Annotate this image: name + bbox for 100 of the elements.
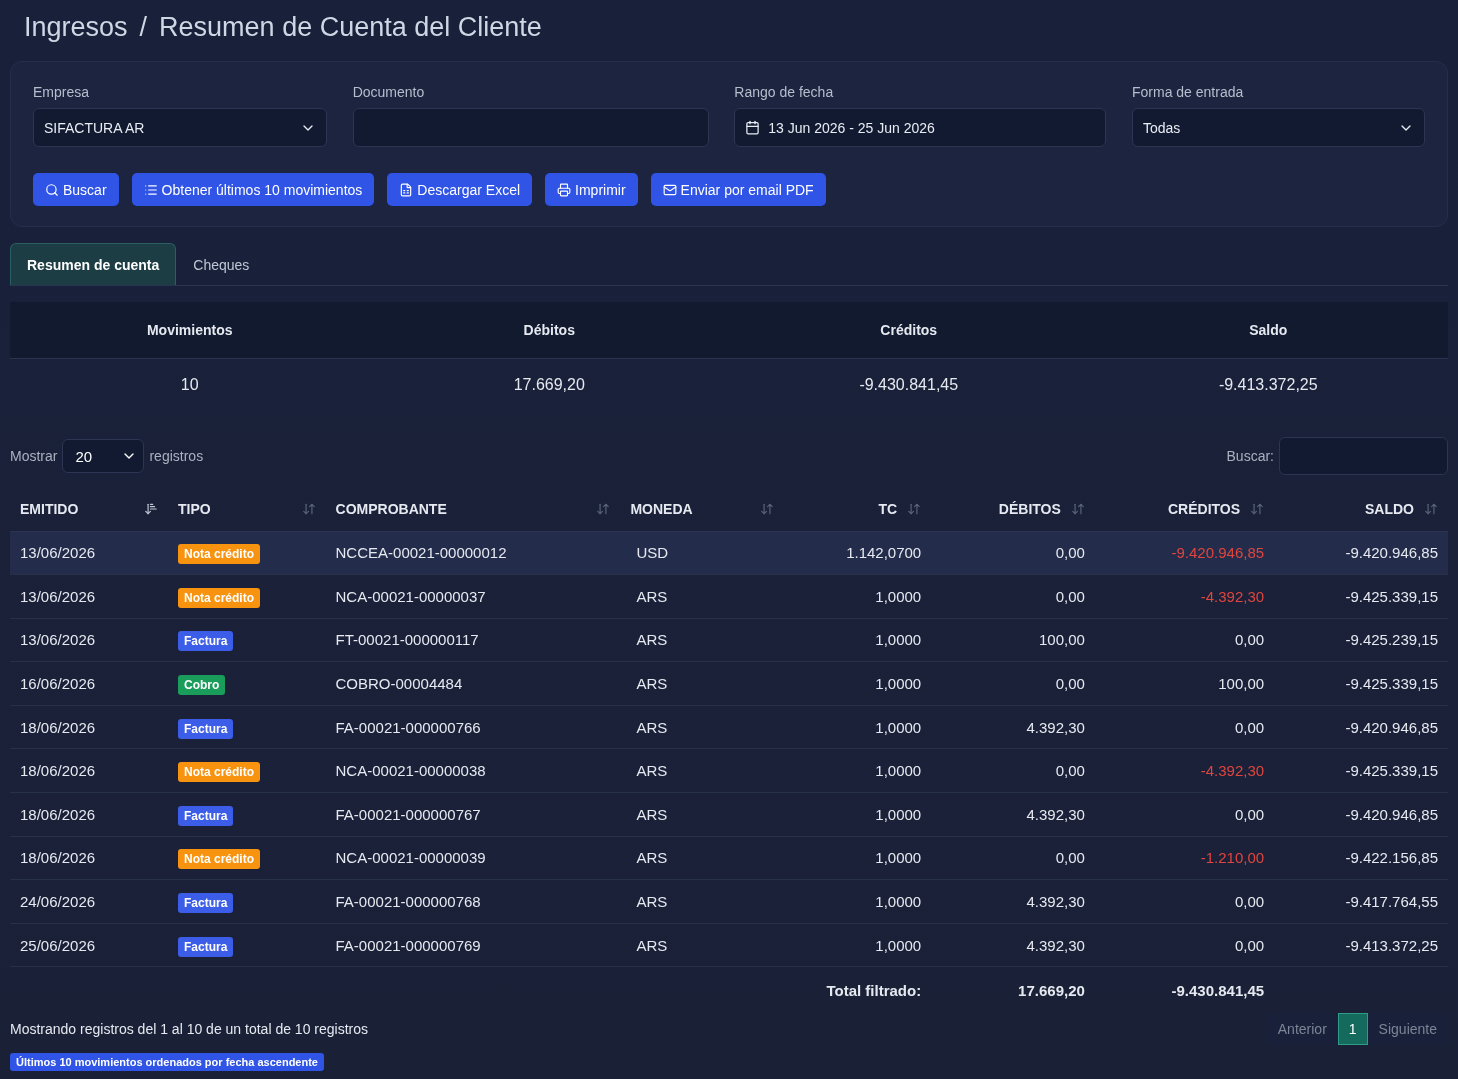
table-cell: 18/06/2026: [10, 748, 168, 793]
action-button[interactable]: Imprimir: [545, 173, 638, 206]
previous-button[interactable]: Anterior: [1266, 1012, 1338, 1045]
type-tag: Nota crédito: [178, 849, 261, 870]
table-cell: 1,0000: [784, 705, 932, 749]
table-cell: ARS: [620, 748, 785, 793]
table-row[interactable]: 18/06/2026 Nota crédito NCA-00021-00000039 ARS 1,0000 0,00 -1.210,00 -9.422.156,85: [10, 836, 1448, 880]
table-cell: 0,00: [931, 531, 1095, 575]
table-cell: -9.422.156,85: [1274, 836, 1448, 880]
table-cell: -9.413.372,25: [1274, 923, 1448, 967]
action-button[interactable]: Descargar Excel: [387, 173, 533, 206]
table-cell: -9.420.946,85: [1274, 792, 1448, 837]
search-label: Buscar:: [1226, 448, 1274, 464]
table-cell: -9.425.339,15: [1274, 748, 1448, 793]
page-button[interactable]: 1: [1337, 1012, 1368, 1045]
total-cell: -9.430.841,45: [1094, 966, 1275, 1013]
column-header[interactable]: CRÉDITOS: [1094, 487, 1275, 531]
table-cell: ARS: [620, 705, 785, 749]
mail-icon: [662, 182, 677, 197]
table-cell: -9.420.946,85: [1274, 531, 1448, 575]
table-cell: 0,00: [1094, 705, 1275, 749]
table-row[interactable]: 16/06/2026 Cobro COBRO-00004484 ARS 1,0000 0,00 100,00 -9.425.339,15: [10, 661, 1448, 706]
table-row[interactable]: 18/06/2026 Factura FA-00021-000000767 ARS 1,0000 4.392,30 0,00 -9.420.946,85: [10, 792, 1448, 837]
table-cell: 1,0000: [784, 748, 932, 793]
table-cell: 100,00: [931, 618, 1095, 662]
column-header[interactable]: MONEDA: [620, 487, 785, 531]
type-tag: Nota crédito: [178, 762, 261, 783]
type-tag: Cobro: [178, 675, 226, 696]
column-header[interactable]: DÉBITOS: [931, 487, 1095, 531]
table-cell: 18/06/2026: [10, 705, 168, 749]
table-row[interactable]: 24/06/2026 Factura FA-00021-000000768 ARS 1,0000 4.392,30 0,00 -9.417.764,55: [10, 879, 1448, 924]
table-row[interactable]: 25/06/2026 Factura FA-00021-000000769 ARS 1,0000 4.392,30 0,00 -9.413.372,25: [10, 923, 1448, 967]
column-header[interactable]: SALDO: [1274, 487, 1448, 531]
table-cell: 0,00: [1094, 923, 1275, 967]
table-row[interactable]: 18/06/2026 Factura FA-00021-000000766 ARS 1,0000 4.392,30 0,00 -9.420.946,85: [10, 705, 1448, 749]
action-button[interactable]: Enviar por email PDF: [650, 173, 826, 206]
table-cell: -1.210,00: [1094, 836, 1275, 880]
table-cell-text: 10: [179, 375, 200, 395]
table-row[interactable]: 13/06/2026 Nota crédito NCCEA-00021-00000012 USD 1.142,0700 0,00 -9.420.946,85 -9.420.946,85: [10, 531, 1448, 575]
table-row[interactable]: 13/06/2026 Factura FT-00021-000000117 ARS 1,0000 100,00 0,00 -9.425.239,15: [10, 618, 1448, 662]
entry-mode-select[interactable]: Todas: [1131, 108, 1425, 147]
tab[interactable]: Cheques: [176, 243, 267, 285]
action-button[interactable]: Obtener últimos 10 movimientos: [131, 173, 375, 206]
printer-icon: [557, 182, 572, 197]
info-badge: Últimos 10 movimientos ordenados por fecha ascendente: [10, 1052, 324, 1071]
next-button[interactable]: Siguiente: [1367, 1012, 1448, 1045]
column-header[interactable]: TC: [784, 487, 932, 531]
column-header[interactable]: EMITIDO: [10, 487, 168, 531]
table-cell: NCA-00021-00000037: [325, 574, 621, 619]
table-cell: NCA-00021-00000039: [325, 836, 621, 880]
table-cell: 18/06/2026: [10, 836, 168, 880]
table-cell: -9.420.946,85: [1094, 531, 1275, 575]
spreadsheet-icon: [399, 182, 414, 197]
table-cell: 13/06/2026: [10, 574, 168, 619]
table-cell: 0,00: [931, 836, 1095, 880]
table-row[interactable]: 13/06/2026 Nota crédito NCA-00021-00000037 ARS 1,0000 0,00 -4.392,30 -9.425.339,15: [10, 574, 1448, 619]
page-size-select[interactable]: 20: [62, 439, 145, 473]
total-cell: 17.669,20: [931, 966, 1095, 1013]
breadcrumb-item[interactable]: Ingresos: [24, 12, 128, 43]
field-label: Forma de entrada: [1131, 84, 1245, 100]
table-row[interactable]: 18/06/2026 Nota crédito NCA-00021-00000038 ARS 1,0000 0,00 -4.392,30 -9.425.339,15: [10, 748, 1448, 793]
table-cell: ARS: [620, 661, 785, 706]
table-cell: 0,00: [931, 574, 1095, 619]
search-icon: [45, 182, 59, 197]
breadcrumb-item: Resumen de Cuenta del Cliente: [159, 12, 542, 43]
column-header: Débitos: [369, 302, 729, 359]
type-tag: Nota crédito: [178, 544, 261, 565]
search-field[interactable]: [1279, 437, 1448, 475]
type-tag: Factura: [178, 936, 234, 957]
table-info: Mostrando registros del 1 al 10 de un total de 10 registros: [10, 1020, 368, 1037]
table-cell: -9.425.239,15: [1274, 618, 1448, 662]
table-cell: -9.417.764,55: [1274, 879, 1448, 924]
table-cell: 13/06/2026: [10, 618, 168, 662]
tab[interactable]: Resumen de cuenta: [10, 243, 177, 285]
table-cell: -9.425.339,15: [1274, 574, 1448, 619]
table-cell: 4.392,30: [931, 792, 1095, 837]
column-header[interactable]: TIPO: [168, 487, 326, 531]
list-icon: [143, 182, 158, 197]
table-cell-text: 17.669,20: [512, 375, 586, 395]
company-select[interactable]: SIFACTURA AR: [33, 108, 327, 147]
table-cell-text: -9.413.372,25: [1217, 375, 1319, 395]
breadcrumb-item: /: [139, 12, 148, 43]
table-cell: 25/06/2026: [10, 923, 168, 967]
table-cell: 1.142,0700: [784, 531, 932, 575]
column-header: Saldo: [1088, 302, 1448, 359]
table-cell: 1,0000: [784, 792, 932, 837]
table-cell: 0,00: [1094, 792, 1275, 837]
date-range-field[interactable]: 13 Jun 2026 - 25 Jun 2026: [734, 108, 1107, 147]
document-field[interactable]: [352, 108, 709, 147]
table-cell: NCCEA-00021-00000012: [325, 531, 621, 575]
table-cell: USD: [620, 531, 785, 575]
table-cell: 1,0000: [784, 661, 932, 706]
column-header[interactable]: COMPROBANTE: [325, 487, 621, 531]
type-tag: Nota crédito: [178, 587, 261, 608]
table-cell: 24/06/2026: [10, 879, 168, 924]
field-label: Empresa: [33, 84, 91, 100]
type-tag: Factura: [178, 805, 234, 826]
table-cell: ARS: [620, 879, 785, 924]
table-cell: 18/06/2026: [10, 792, 168, 837]
action-button[interactable]: Buscar: [33, 173, 119, 206]
